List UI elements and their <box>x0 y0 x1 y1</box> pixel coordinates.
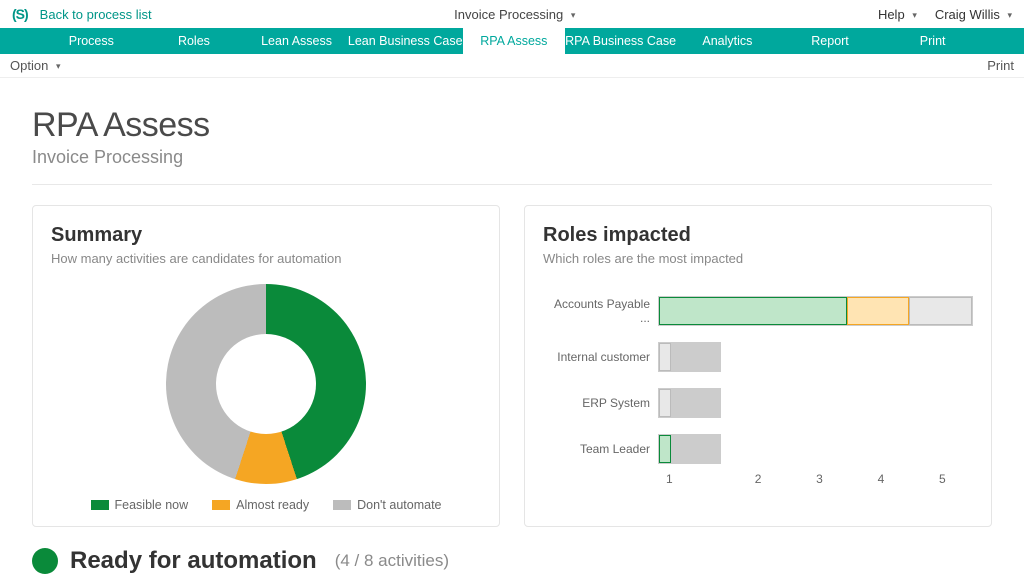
ready-for-automation: Ready for automation (4 / 8 activities) <box>32 547 992 575</box>
bar-segment-green <box>659 435 671 463</box>
chevron-down-icon: ▾ <box>56 61 61 72</box>
bar-segment-grey <box>909 297 972 325</box>
summary-legend: Feasible now Almost ready Don't automate <box>51 498 481 512</box>
axis-tick: 5 <box>912 472 973 486</box>
chevron-down-icon: ▾ <box>571 10 576 21</box>
bar-segment-orange <box>847 297 910 325</box>
tab-analytics[interactable]: Analytics <box>676 28 779 54</box>
roles-card-title: Roles impacted <box>543 224 973 247</box>
roles-row: Internal customer <box>543 334 973 380</box>
role-bar-track <box>658 342 721 372</box>
swatch-green-icon <box>91 500 109 510</box>
bar-segment-green <box>659 297 847 325</box>
legend-feasible-label: Feasible now <box>115 498 189 512</box>
roles-row: Team Leader <box>543 426 973 472</box>
option-menu[interactable]: Option ▾ <box>10 58 60 73</box>
process-dropdown-label: Invoice Processing <box>454 7 563 22</box>
divider <box>32 184 992 185</box>
axis-tick: 2 <box>727 472 788 486</box>
main-tabs: ProcessRolesLean AssessLean Business Cas… <box>0 28 1024 54</box>
roles-axis: 12345 <box>666 472 973 486</box>
summary-card-subtitle: How many activities are candidates for a… <box>51 251 481 266</box>
roles-row: Accounts Payable ... <box>543 288 973 334</box>
app-logo: (S) <box>12 6 28 22</box>
legend-almost: Almost ready <box>212 498 309 512</box>
swatch-grey-icon <box>333 500 351 510</box>
role-bar-track <box>658 434 721 464</box>
summary-card: Summary How many activities are candidat… <box>32 205 500 527</box>
page-title: RPA Assess <box>32 106 992 145</box>
track-holder <box>658 434 973 464</box>
tab-report[interactable]: Report <box>779 28 882 54</box>
role-bar-track <box>658 296 973 326</box>
tab-roles[interactable]: Roles <box>143 28 246 54</box>
legend-almost-label: Almost ready <box>236 498 309 512</box>
role-label: Accounts Payable ... <box>543 297 658 325</box>
bar-segment-grey <box>659 389 671 417</box>
role-bar-track <box>658 388 721 418</box>
track-holder <box>658 342 973 372</box>
axis-tick: 1 <box>666 472 727 486</box>
axis-tick: 4 <box>850 472 911 486</box>
process-dropdown[interactable]: Invoice Processing ▾ <box>454 7 575 22</box>
chevron-down-icon: ▾ <box>1007 10 1012 21</box>
ready-label: Ready for automation <box>70 547 317 575</box>
bar-segment-grey <box>659 343 671 371</box>
axis-tick: 3 <box>789 472 850 486</box>
legend-dont: Don't automate <box>333 498 441 512</box>
chevron-down-icon: ▾ <box>912 10 917 21</box>
track-holder <box>658 388 973 418</box>
tab-print[interactable]: Print <box>881 28 984 54</box>
legend-dont-label: Don't automate <box>357 498 441 512</box>
status-dot-icon <box>32 548 58 574</box>
tab-rpa-business-case[interactable]: RPA Business Case <box>565 28 676 54</box>
legend-feasible: Feasible now <box>91 498 189 512</box>
page-subtitle: Invoice Processing <box>32 147 992 168</box>
user-menu[interactable]: Craig Willis ▾ <box>935 7 1012 22</box>
swatch-orange-icon <box>212 500 230 510</box>
summary-card-title: Summary <box>51 224 481 247</box>
option-label: Option <box>10 58 48 73</box>
role-label: Team Leader <box>543 442 658 456</box>
roles-card-subtitle: Which roles are the most impacted <box>543 251 973 266</box>
back-to-list-link[interactable]: Back to process list <box>40 7 152 22</box>
help-label: Help <box>878 7 905 22</box>
role-label: Internal customer <box>543 350 658 364</box>
user-name-label: Craig Willis <box>935 7 1000 22</box>
tab-rpa-assess[interactable]: RPA Assess <box>463 28 566 54</box>
ready-count: (4 / 8 activities) <box>335 551 449 571</box>
help-menu[interactable]: Help ▾ <box>878 7 917 22</box>
roles-bar-chart: Accounts Payable ... Internal customer ERP… <box>543 288 973 486</box>
roles-row: ERP System <box>543 380 973 426</box>
tab-process[interactable]: Process <box>40 28 143 54</box>
print-link[interactable]: Print <box>987 58 1014 73</box>
tab-lean-business-case[interactable]: Lean Business Case <box>348 28 463 54</box>
role-label: ERP System <box>543 396 658 410</box>
tab-lean-assess[interactable]: Lean Assess <box>245 28 348 54</box>
roles-card: Roles impacted Which roles are the most … <box>524 205 992 527</box>
summary-donut-chart <box>166 284 366 484</box>
